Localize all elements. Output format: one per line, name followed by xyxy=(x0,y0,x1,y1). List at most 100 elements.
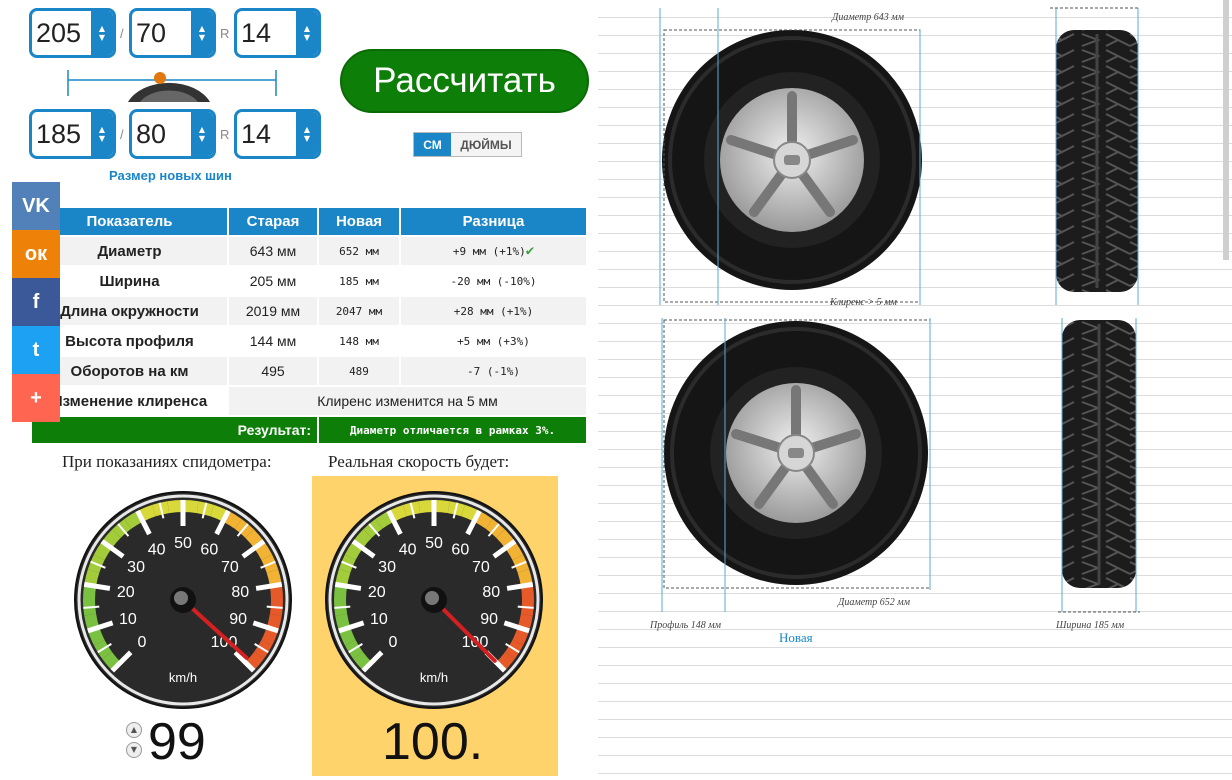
table-header-row: Показатель Старая Новая Разница xyxy=(32,208,586,235)
spinner-arrows-icon[interactable]: ▲ ▼ xyxy=(91,112,113,156)
gauge-unit-label: km/h xyxy=(169,670,197,685)
spinner-arrows-icon[interactable]: ▲ ▼ xyxy=(191,112,213,156)
real-speed-gauge: 0102030405060708090100km/h xyxy=(325,491,543,709)
spinner-arrows-icon[interactable]: ▲ ▼ xyxy=(191,11,213,55)
r-separator: R xyxy=(220,26,230,41)
real-speed-caption: Реальная скорость будет: xyxy=(328,452,510,471)
new-value: 185 мм xyxy=(339,274,379,288)
unit-inches-button[interactable]: ДЮЙМЫ xyxy=(451,133,521,156)
diff-value: -20 мм (-10%) xyxy=(450,274,537,288)
gauge-tick-label: 60 xyxy=(451,541,469,558)
gauge-tick-label: 60 xyxy=(200,541,218,558)
old-profile-select[interactable]: 70 ▲ ▼ xyxy=(129,8,216,58)
speedometer-gauge: 010203040 50 60708090100km/h xyxy=(74,491,292,709)
gauge-tick-label: 40 xyxy=(399,541,417,558)
tire-size-illustration xyxy=(67,70,277,102)
gauge-tick-label: 40 xyxy=(148,541,166,558)
column-header: Показатель xyxy=(32,208,227,235)
row-label: Высота профиля xyxy=(65,332,194,350)
gauge-tick-label: 10 xyxy=(370,611,388,628)
twitter-share-button[interactable]: t xyxy=(12,326,60,374)
increase-icon[interactable]: ▲ xyxy=(126,722,142,738)
spinner-arrows-icon[interactable]: ▲ ▼ xyxy=(296,112,318,156)
tire-calculator-page: 205 ▲ ▼ / 70 ▲ ▼ R 14 ▲ ▼ 185 ▲ ▼ / 80 ▲ ▼ R … xyxy=(0,0,1232,780)
new-value: 652 мм xyxy=(319,237,399,265)
gauge-tick xyxy=(266,605,283,609)
old-wheel-illustration xyxy=(662,30,922,290)
old-rim-value: 14 xyxy=(241,17,272,48)
diff-value: +9 мм (+1%)✔ xyxy=(401,237,586,265)
new-diameter-label: Диаметр 652 мм xyxy=(838,597,911,608)
gauge-hub-highlight xyxy=(425,591,439,605)
new-value: 148 мм xyxy=(339,334,379,348)
gauge-tick-label: 90 xyxy=(229,611,247,628)
twitter-icon: t xyxy=(32,338,40,361)
row-label: Диаметр xyxy=(32,237,227,265)
new-profile-select[interactable]: 80 ▲ ▼ xyxy=(129,109,216,159)
new-width-label: Ширина 185 мм xyxy=(1056,620,1125,631)
unit-cm-button[interactable]: СМ xyxy=(414,133,451,156)
old-value: 2019 мм xyxy=(229,297,317,325)
result-value: Диаметр отличается в рамках 3%. xyxy=(319,417,586,443)
new-tire-caption: Новая xyxy=(779,630,813,645)
checkmark-icon: ✔ xyxy=(525,243,535,259)
old-value: 205 мм xyxy=(249,273,297,289)
table-row: Диаметр 643 мм 652 мм +9 мм (+1%)✔ xyxy=(32,237,586,265)
calculate-button[interactable]: Рассчитать xyxy=(340,49,589,113)
gauge-tick-label: 50 xyxy=(174,535,192,552)
spinner-arrows-icon[interactable]: ▲ ▼ xyxy=(91,11,113,55)
old-value: 495 xyxy=(229,357,317,385)
odnoklassniki-icon: ок xyxy=(24,242,48,265)
result-row: Результат: Диаметр отличается в рамках 3… xyxy=(32,417,586,443)
table-row: Длина окружности 2019 мм 2047 мм +28 мм … xyxy=(32,297,586,325)
column-header: Новая xyxy=(319,208,399,235)
facebook-share-button[interactable]: f xyxy=(12,278,60,326)
slash-separator: / xyxy=(120,26,124,41)
unit-toggle: СМ ДЮЙМЫ xyxy=(413,132,522,157)
plus-icon: + xyxy=(30,386,42,409)
vk-share-button[interactable]: VK xyxy=(12,182,60,230)
comparison-table: Показатель Старая Новая Разница Диаметр … xyxy=(30,206,588,445)
slash-separator: / xyxy=(120,127,124,142)
diff-text: +9 мм (+1%) xyxy=(452,245,526,258)
diff-value: +28 мм (+1%) xyxy=(401,297,586,325)
real-speed-value: 100. xyxy=(382,713,484,771)
gauge-hub-highlight xyxy=(174,591,188,605)
spinner-arrows-icon[interactable]: ▲ ▼ xyxy=(296,11,318,55)
gauge-tick-label: 20 xyxy=(117,584,135,601)
speed-stepper[interactable]: ▲ ▼ xyxy=(126,722,144,762)
decrease-icon[interactable]: ▼ xyxy=(126,742,142,758)
gauge-tick-label: 30 xyxy=(378,559,396,576)
gauge-tick xyxy=(517,605,534,609)
new-size-label: Размер новых шин xyxy=(109,168,232,183)
clearance-value: Клиренс изменится на 5 мм xyxy=(229,387,586,415)
speedometer-value[interactable]: 99 xyxy=(148,712,206,772)
facebook-icon: f xyxy=(32,290,40,313)
old-width-select[interactable]: 205 ▲ ▼ xyxy=(29,8,116,58)
gauge-tick-label: 80 xyxy=(482,584,500,601)
speedometer-caption: При показаниях спидометра: xyxy=(62,452,272,471)
old-rim-select[interactable]: 14 ▲ ▼ xyxy=(234,8,321,58)
gauge-tick-label: 80 xyxy=(231,584,249,601)
result-label: Результат: xyxy=(32,417,317,443)
new-wheel-illustration xyxy=(664,321,928,585)
new-rim-select[interactable]: 14 ▲ ▼ xyxy=(234,109,321,159)
gauge-tick-label: 70 xyxy=(221,559,239,576)
old-tread-illustration xyxy=(1056,30,1138,292)
new-value: 489 xyxy=(319,357,399,385)
gauge-tick-label: 20 xyxy=(368,584,386,601)
tire-comparison-diagram xyxy=(598,0,1232,780)
old-profile-value: 70 xyxy=(136,17,167,48)
row-label: Оборотов на км xyxy=(32,357,227,385)
new-rim-value: 14 xyxy=(241,118,272,149)
column-header: Старая xyxy=(229,208,317,235)
more-share-button[interactable]: + xyxy=(12,374,60,422)
row-label: Ширина xyxy=(99,272,160,290)
r-separator: R xyxy=(220,127,230,142)
new-width-select[interactable]: 185 ▲ ▼ xyxy=(29,109,116,159)
row-label: Длина окружности xyxy=(32,297,227,325)
new-width-value: 185 xyxy=(36,118,82,149)
old-value: 643 мм xyxy=(229,237,317,265)
old-width-value: 205 xyxy=(36,17,82,48)
odnoklassniki-share-button[interactable]: ок xyxy=(12,230,60,278)
